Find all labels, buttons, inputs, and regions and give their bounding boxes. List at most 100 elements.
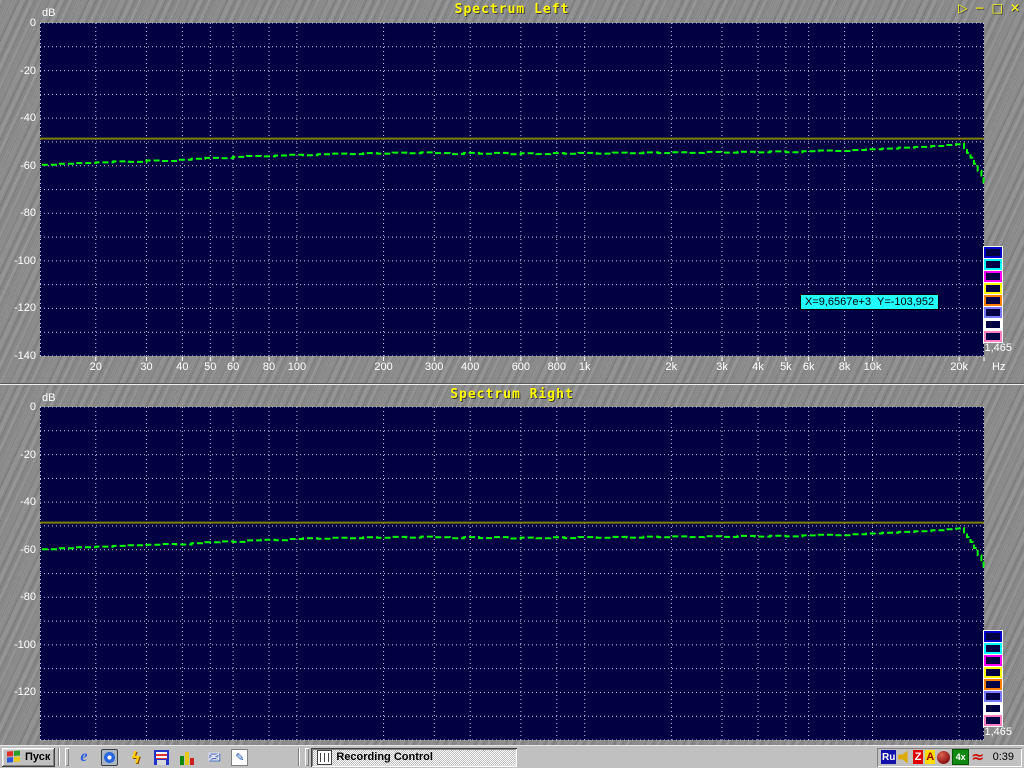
- x-tick-label: 2k: [649, 361, 693, 373]
- x-tick-label: 100: [275, 361, 319, 373]
- taskband-drag-handle[interactable]: [305, 748, 309, 766]
- x-tick-label: 800: [535, 361, 579, 373]
- close-icon[interactable]: ✕: [1010, 1, 1020, 15]
- taskbar-separator: [58, 748, 60, 766]
- taskbar-clock[interactable]: 0:39: [993, 751, 1018, 763]
- y-tick-label: -80: [0, 591, 36, 603]
- y-tick-label: -60: [0, 544, 36, 556]
- legend-swatch[interactable]: [984, 307, 1002, 318]
- winamp-icon[interactable]: ϟ: [127, 749, 144, 766]
- y-tick-label: -20: [0, 65, 36, 77]
- tray-red-round-icon[interactable]: [937, 751, 950, 764]
- taskbar-separator: [298, 748, 300, 766]
- floppy-save-icon[interactable]: [153, 749, 170, 766]
- channel-legend: [983, 630, 1003, 727]
- x-tick-label: 300: [412, 361, 456, 373]
- y-tick-label: -120: [0, 302, 36, 314]
- x-tick-label: 50: [188, 361, 232, 373]
- frequency-readout: 1,465: [972, 726, 1012, 738]
- x-tick-label: 400: [448, 361, 492, 373]
- legend-swatch[interactable]: [984, 295, 1002, 306]
- x-axis-unit-label: Hz: [992, 361, 1005, 373]
- x-tick-label: 40: [160, 361, 204, 373]
- y-tick-label: -120: [0, 686, 36, 698]
- y-axis-unit-label: dB: [42, 392, 55, 404]
- x-tick-label: 3k: [700, 361, 744, 373]
- chart-title-left: Spectrum Left: [0, 2, 1024, 17]
- window-controls: ▷ − □ ✕: [958, 1, 1020, 15]
- viewer-app-icon[interactable]: [101, 749, 118, 766]
- x-tick-label: 6k: [787, 361, 831, 373]
- spectrum-right-panel: Spectrum Right dB 0-20-40-60-80-100-120 …: [0, 385, 1024, 745]
- legend-swatch[interactable]: [984, 331, 1002, 342]
- x-tick-label: 30: [124, 361, 168, 373]
- stats-app-icon[interactable]: [179, 749, 196, 766]
- x-tick-label: 60: [211, 361, 255, 373]
- language-indicator[interactable]: Ru: [881, 750, 896, 764]
- legend-swatch[interactable]: [984, 283, 1002, 294]
- x-tick-label: 80: [247, 361, 291, 373]
- y-tick-label: -140: [0, 350, 36, 362]
- y-tick-label: -40: [0, 112, 36, 124]
- tray-a-icon[interactable]: A: [925, 750, 935, 764]
- legend-swatch[interactable]: [984, 703, 1002, 714]
- x-tick-label: 20: [74, 361, 118, 373]
- x-tick-label: 4k: [736, 361, 780, 373]
- y-tick-label: -40: [0, 496, 36, 508]
- frequency-readout: 1,465: [972, 342, 1012, 354]
- x-tick-label: 10k: [851, 361, 895, 373]
- legend-swatch[interactable]: [984, 655, 1002, 666]
- legend-swatch[interactable]: [984, 667, 1002, 678]
- spectrum-left-panel: Spectrum Left dB ▷ − □ ✕ X=9,6567e+3 Y=-…: [0, 0, 1024, 383]
- plot-area-right[interactable]: [40, 407, 984, 740]
- notes-icon[interactable]: ✎: [231, 749, 248, 766]
- recording-control-task-button[interactable]: Recording Control: [311, 748, 517, 767]
- volume-icon[interactable]: [898, 751, 911, 764]
- x-tick-label: 600: [499, 361, 543, 373]
- legend-swatch[interactable]: [984, 247, 1002, 258]
- start-button-label: Пуск: [25, 751, 50, 763]
- legend-swatch[interactable]: [984, 319, 1002, 330]
- system-tray: Ru Z A 4x ≈ 0:39: [877, 748, 1022, 767]
- tray-green-icon[interactable]: 4x: [952, 749, 969, 765]
- tray-red-wave-icon[interactable]: ≈: [971, 751, 984, 763]
- legend-swatch[interactable]: [984, 691, 1002, 702]
- desktop: { "window": { "controls": { "play": "▷",…: [0, 0, 1024, 768]
- y-tick-label: 0: [0, 401, 36, 413]
- legend-swatch[interactable]: [984, 271, 1002, 282]
- y-tick-label: 0: [0, 17, 36, 29]
- task-button-label: Recording Control: [336, 751, 433, 763]
- legend-swatch[interactable]: [984, 643, 1002, 654]
- cursor-readout: X=9,6567e+3 Y=-103,952: [800, 294, 939, 310]
- x-tick-label: 200: [362, 361, 406, 373]
- quick-launch-bar: e ϟ ✉ ✎: [71, 749, 252, 766]
- spectrum-left-svg: [40, 23, 984, 362]
- tray-z-icon[interactable]: Z: [913, 750, 923, 764]
- legend-swatch[interactable]: [984, 679, 1002, 690]
- x-tick-label: 5k: [764, 361, 808, 373]
- play-icon[interactable]: ▷: [958, 1, 967, 15]
- chart-title-right: Spectrum Right: [0, 387, 1024, 402]
- taskbar: Пуск e ϟ ✉ ✎ Recording Control Ru Z A 4x…: [0, 745, 1024, 768]
- y-tick-label: -100: [0, 639, 36, 651]
- plot-area-left[interactable]: X=9,6567e+3 Y=-103,952: [40, 23, 984, 356]
- y-tick-label: -80: [0, 207, 36, 219]
- maximize-icon[interactable]: □: [992, 1, 1003, 15]
- x-tick-label: 8k: [823, 361, 867, 373]
- minimize-icon[interactable]: −: [975, 1, 985, 15]
- y-tick-label: -60: [0, 160, 36, 172]
- y-tick-label: -100: [0, 255, 36, 267]
- quicklaunch-drag-handle[interactable]: [65, 748, 69, 766]
- legend-swatch[interactable]: [984, 631, 1002, 642]
- windows-logo-icon: [7, 750, 22, 764]
- mail-icon[interactable]: ✉: [205, 749, 222, 766]
- y-tick-label: -20: [0, 449, 36, 461]
- recording-control-icon: [317, 750, 332, 765]
- legend-swatch[interactable]: [984, 259, 1002, 270]
- spectrum-right-svg: [40, 407, 984, 745]
- internet-explorer-icon[interactable]: e: [75, 749, 92, 766]
- start-button[interactable]: Пуск: [2, 748, 55, 767]
- legend-swatch[interactable]: [984, 715, 1002, 726]
- channel-legend: [983, 246, 1003, 343]
- x-tick-label: 20k: [937, 361, 981, 373]
